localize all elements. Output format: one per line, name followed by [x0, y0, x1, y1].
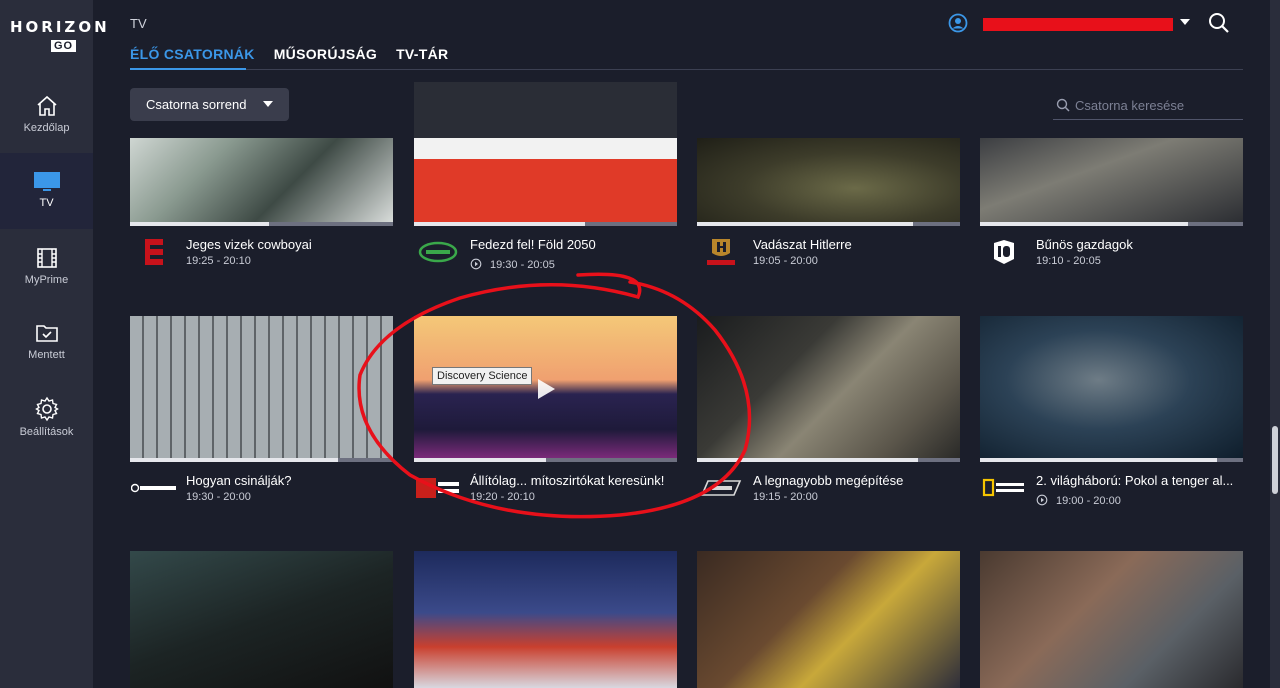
natgeo-logo-icon: [980, 472, 1028, 504]
program-title: 2. világháború: Pokol a tenger al...: [1036, 473, 1234, 488]
page-title: TV: [130, 16, 147, 31]
sidebar-item-myprime[interactable]: MyPrime: [0, 246, 93, 320]
channel-card[interactable]: Bűnös gazdagok 19:10 - 20:05: [980, 138, 1243, 278]
scrollbar-thumb[interactable]: [1272, 426, 1278, 494]
dare-logo-icon: [414, 236, 462, 268]
progress-bar: [980, 222, 1243, 226]
film-icon: [36, 248, 57, 268]
discovery-logo-icon: [130, 472, 178, 504]
chevron-down-icon: [263, 101, 273, 107]
channel-card[interactable]: 2. világháború: Pokol a tenger al... 19:…: [980, 316, 1243, 516]
horizon-go-logo[interactable]: HORIZON GO: [10, 18, 110, 54]
tab-tv-library[interactable]: TV-TÁR: [396, 46, 448, 62]
redacted-username: [983, 18, 1173, 31]
channel-card[interactable]: [130, 551, 393, 688]
program-title: Vadászat Hitlerre: [753, 237, 852, 252]
progress-fill: [130, 458, 338, 462]
program-time: 19:30 - 20:00: [186, 491, 251, 503]
channel-search-input[interactable]: [1075, 95, 1240, 115]
program-time: 19:10 - 20:05: [1036, 255, 1101, 267]
program-title: Bűnös gazdagok: [1036, 237, 1133, 252]
channel-card[interactable]: Fedezd fel! Föld 2050 19:30 - 20:05: [414, 82, 677, 278]
sidebar-item-label: TV: [39, 197, 54, 209]
progress-fill: [414, 222, 585, 226]
progress-fill: [697, 222, 913, 226]
sidebar-item-saved[interactable]: Mentett: [0, 321, 93, 395]
history-logo-icon: [697, 236, 745, 268]
sidebar-item-label: Beállítások: [19, 426, 74, 438]
tab-divider: [130, 69, 1243, 70]
channel-card[interactable]: Jeges vizek cowboyai 19:25 - 20:10: [130, 138, 393, 278]
program-time: 19:05 - 20:00: [753, 255, 818, 267]
folder-check-icon: [35, 325, 58, 342]
progress-bar: [697, 222, 960, 226]
sidebar-item-label: Kezdőlap: [23, 122, 70, 134]
program-title: Hogyan csinálják?: [186, 473, 292, 488]
active-tab-indicator: [130, 68, 246, 70]
scrollbar-track[interactable]: [1270, 0, 1280, 688]
program-thumbnail: [414, 82, 677, 222]
program-thumbnail: [697, 551, 960, 688]
program-thumbnail: [130, 138, 393, 222]
channel-card[interactable]: Vadászat Hitlerre 19:05 - 20:00: [697, 138, 960, 278]
annotation-circle: [357, 272, 752, 519]
program-time-text: 19:00 - 20:00: [1056, 495, 1121, 507]
tab-live-channels[interactable]: ÉLŐ CSATORNÁK: [130, 46, 255, 62]
tab-bar: ÉLŐ CSATORNÁK MŰSORÚJSÁG TV-TÁR: [130, 46, 448, 62]
program-thumbnail: [980, 551, 1243, 688]
tv-icon: [33, 172, 60, 191]
program-thumbnail: [697, 138, 960, 222]
channel-card[interactable]: [414, 551, 677, 688]
gear-icon: [34, 396, 59, 422]
sidebar: HORIZON GO Kezdőlap TV MyPrime Mentett B…: [0, 0, 110, 688]
progress-fill: [980, 222, 1188, 226]
program-title: Fedezd fel! Föld 2050: [470, 237, 596, 252]
program-time: 19:25 - 20:10: [186, 255, 251, 267]
search-icon[interactable]: [1208, 12, 1230, 34]
progress-fill: [980, 458, 1217, 462]
sort-label: Csatorna sorrend: [146, 97, 247, 112]
home-icon: [36, 95, 57, 116]
channel-search[interactable]: [1053, 92, 1243, 120]
progress-bar: [414, 222, 677, 226]
progress-bar: [980, 458, 1243, 462]
channel-sort-dropdown[interactable]: Csatorna sorrend: [130, 88, 289, 121]
program-thumbnail: [414, 551, 677, 688]
chevron-down-icon[interactable]: [1180, 19, 1190, 25]
logo-text-bottom: GO: [51, 40, 77, 52]
logo-text-top: HORIZON: [10, 18, 110, 36]
program-time: 19:15 - 20:00: [753, 491, 818, 503]
channel-card[interactable]: [980, 551, 1243, 688]
program-thumbnail: [980, 138, 1243, 222]
user-avatar-icon: [948, 13, 968, 33]
program-time: 19:00 - 20:00: [1036, 494, 1121, 507]
sidebar-item-label: MyPrime: [24, 274, 69, 286]
eurosport-logo-icon: [130, 236, 178, 268]
user-menu[interactable]: [948, 12, 1198, 34]
channel-card[interactable]: [697, 551, 960, 688]
tab-tv-guide[interactable]: MŰSORÚJSÁG: [274, 46, 377, 62]
sidebar-item-tv[interactable]: TV: [0, 153, 93, 229]
program-title: A legnagyobb megépítése: [753, 473, 904, 488]
sidebar-item-settings[interactable]: Beállítások: [0, 396, 93, 470]
program-thumbnail: [130, 551, 393, 688]
program-thumbnail: [980, 316, 1243, 458]
progress-bar: [130, 222, 393, 226]
search-icon: [1056, 98, 1070, 112]
program-title: Jeges vizek cowboyai: [186, 237, 312, 252]
id-logo-icon: [980, 236, 1028, 268]
progress-fill: [130, 222, 270, 226]
sidebar-item-label: Mentett: [28, 349, 65, 361]
replay-icon: [1036, 494, 1048, 506]
replay-icon: [470, 258, 482, 270]
